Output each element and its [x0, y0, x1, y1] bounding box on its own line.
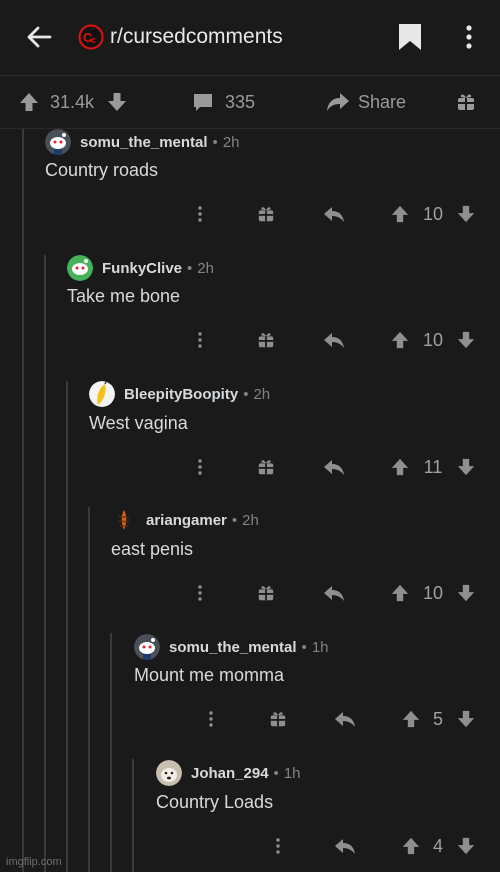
comment-icon [194, 94, 212, 111]
subreddit-icon[interactable]: C c [78, 24, 104, 50]
award-button[interactable] [456, 76, 476, 128]
comment-actions: 10 [0, 199, 500, 229]
gift-icon [458, 94, 474, 110]
separator-dot: • [187, 259, 193, 277]
comment-text: Take me bone [67, 286, 181, 306]
share-label: Share [358, 91, 407, 112]
downvote-icon[interactable] [454, 452, 478, 482]
downvote-icon[interactable] [454, 704, 478, 734]
share-icon [327, 93, 349, 111]
more-options-icon[interactable] [188, 452, 212, 482]
downvote-icon[interactable] [106, 91, 128, 113]
comment-count: 335 [225, 91, 256, 112]
comment-score: 4 [432, 836, 443, 856]
upvote-icon[interactable] [399, 831, 423, 861]
upvote-icon[interactable] [388, 199, 412, 229]
reply-icon[interactable] [333, 831, 357, 861]
downvote-icon[interactable] [454, 831, 478, 861]
share-button[interactable]: Share [326, 76, 406, 128]
comment-score: 11 [423, 457, 443, 477]
downvote-icon[interactable] [454, 578, 478, 608]
more-options-icon[interactable] [188, 578, 212, 608]
more-options-icon[interactable] [199, 704, 223, 734]
avatar[interactable] [45, 129, 71, 155]
comment-age: 2h [253, 385, 271, 403]
thread-line[interactable] [88, 507, 90, 872]
gift-icon[interactable] [254, 452, 278, 482]
comment-score: 5 [432, 709, 443, 729]
separator-dot: • [273, 764, 279, 782]
avatar[interactable] [134, 634, 160, 660]
username[interactable]: BleepityBoopity [124, 386, 238, 403]
upvote-icon[interactable] [18, 91, 40, 113]
comment-age: 1h [283, 764, 301, 782]
avatar[interactable] [111, 507, 137, 533]
reply-icon[interactable] [322, 578, 346, 608]
gift-icon[interactable] [266, 704, 290, 734]
more-options-icon[interactable] [188, 199, 212, 229]
comment-text: Mount me momma [134, 665, 285, 685]
comment-actions: 4 [0, 831, 500, 861]
comment-text: West vagina [89, 413, 188, 433]
avatar[interactable] [67, 255, 93, 281]
upvote-icon[interactable] [399, 704, 423, 734]
avatar[interactable] [156, 760, 182, 786]
gift-icon[interactable] [254, 325, 278, 355]
username[interactable]: FunkyClive [102, 260, 182, 277]
more-options-icon[interactable] [266, 831, 290, 861]
post-action-bar: 31.4k 335 Share [0, 76, 500, 129]
avatar[interactable] [89, 381, 115, 407]
upvote-icon[interactable] [388, 578, 412, 608]
username[interactable]: somu_the_mental [80, 134, 208, 151]
gift-icon[interactable] [254, 578, 278, 608]
separator-dot: • [243, 385, 249, 403]
comment-actions: 10 [0, 578, 500, 608]
more-options-icon[interactable] [458, 22, 480, 52]
separator-dot: • [301, 638, 307, 656]
bookmark-icon[interactable] [397, 22, 423, 52]
top-bar: C c r/cursedcomments [0, 0, 500, 76]
username[interactable]: ariangamer [146, 512, 227, 529]
post-score: 31.4k [50, 91, 95, 112]
watermark: imgflip.com [6, 856, 62, 868]
gift-icon[interactable] [254, 199, 278, 229]
thread-line[interactable] [22, 129, 24, 872]
comment-score: 10 [422, 583, 444, 603]
upvote-icon[interactable] [388, 325, 412, 355]
comment-actions: 11 [0, 452, 500, 482]
reply-icon[interactable] [333, 704, 357, 734]
subreddit-name[interactable]: r/cursedcomments [110, 24, 283, 50]
comment-score: 10 [422, 204, 444, 224]
comment-score: 10 [422, 330, 444, 350]
more-options-icon[interactable] [188, 325, 212, 355]
comment-actions: 10 [0, 325, 500, 355]
comment-text: Country roads [45, 160, 159, 180]
reply-icon[interactable] [322, 452, 346, 482]
comment-age: 2h [197, 259, 214, 277]
comment-age: 2h [242, 511, 259, 529]
comment-text: east penis [111, 539, 194, 559]
username[interactable]: somu_the_mental [169, 639, 297, 656]
comment-actions: 5 [0, 704, 500, 734]
comment-age: 1h [311, 638, 329, 656]
separator-dot: • [231, 511, 238, 529]
reply-icon[interactable] [322, 325, 346, 355]
reply-icon[interactable] [322, 199, 346, 229]
back-arrow-icon[interactable] [24, 22, 54, 52]
downvote-icon[interactable] [454, 325, 478, 355]
post-vote-group: 31.4k [18, 76, 128, 128]
comment-text: Country Loads [156, 792, 274, 812]
downvote-icon[interactable] [454, 199, 478, 229]
upvote-icon[interactable] [388, 452, 412, 482]
comment-age: 2h [222, 133, 240, 151]
svg-text:c: c [91, 35, 96, 45]
comments-button[interactable]: 335 [192, 76, 255, 128]
username[interactable]: Johan_294 [191, 765, 269, 782]
separator-dot: • [212, 133, 218, 151]
